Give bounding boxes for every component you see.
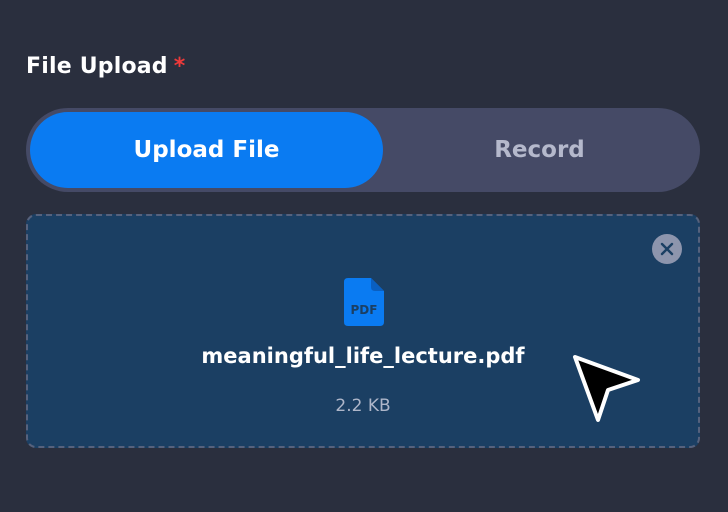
- required-asterisk: *: [173, 54, 186, 79]
- upload-mode-toggle: Upload File Record: [26, 108, 700, 192]
- remove-file-button[interactable]: [652, 234, 682, 264]
- upload-file-tab[interactable]: Upload File: [30, 112, 383, 188]
- file-upload-label: File Upload *: [26, 54, 185, 79]
- file-upload-label-text: File Upload: [26, 54, 168, 79]
- file-upload-screen: File Upload * Upload File Record PDF mean…: [0, 0, 728, 512]
- pdf-file-icon: PDF: [344, 278, 384, 326]
- mouse-pointer-icon: [573, 355, 640, 422]
- record-tab[interactable]: Record: [383, 112, 696, 188]
- pdf-icon-label: PDF: [351, 303, 378, 317]
- close-icon: [660, 242, 674, 256]
